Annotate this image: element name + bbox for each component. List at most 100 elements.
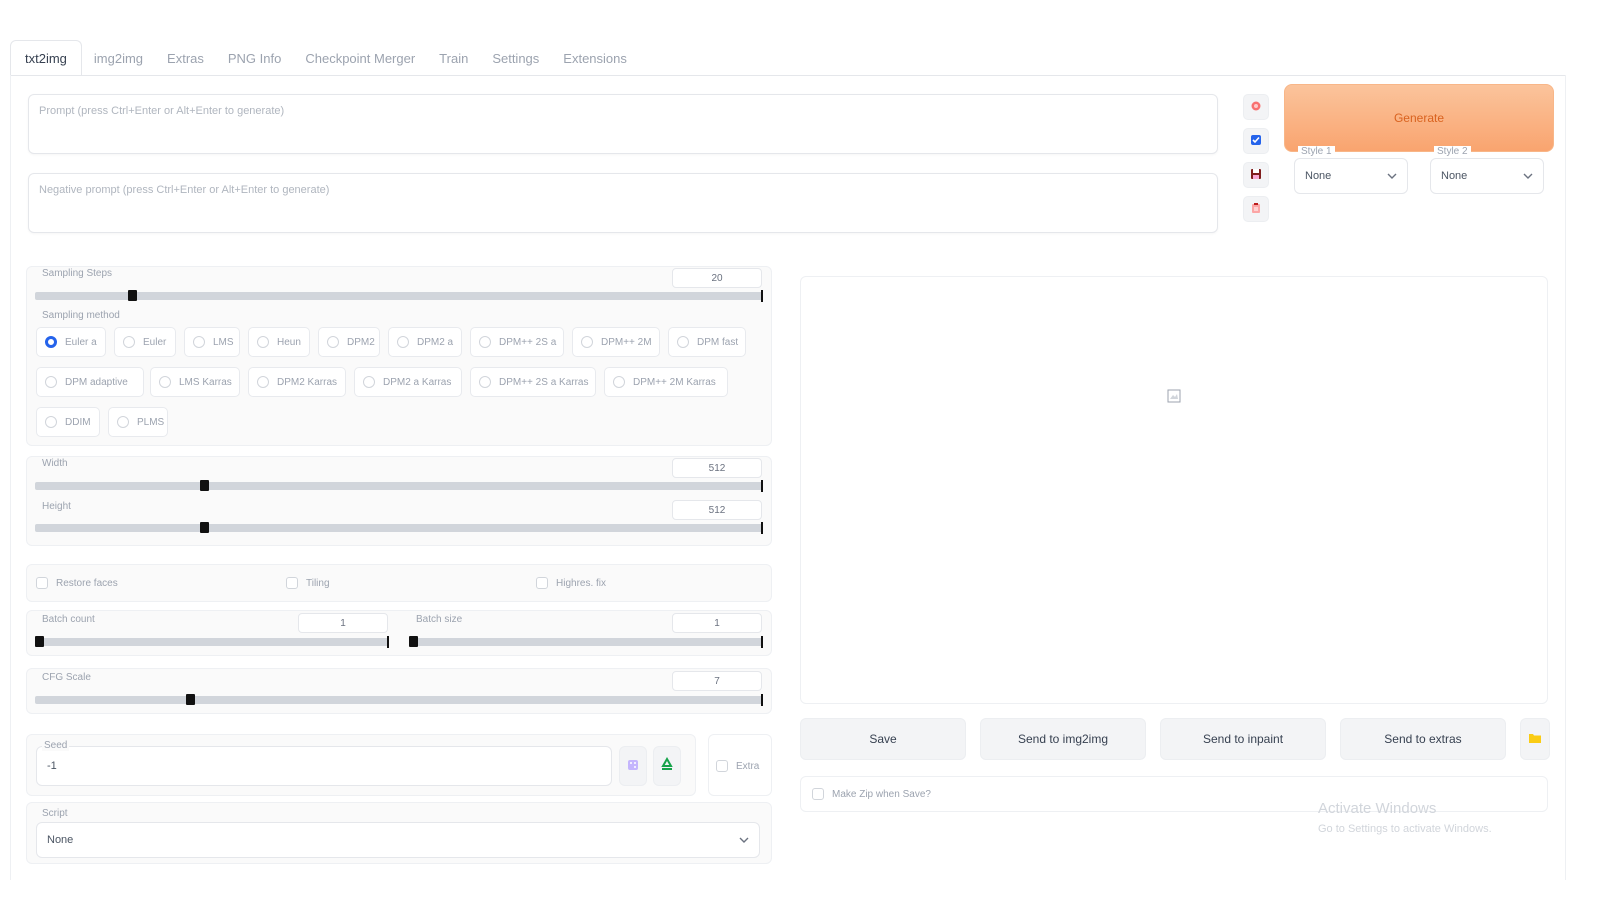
radio-dpm2-a-karras[interactable]: DPM2 a Karras: [354, 367, 462, 397]
send-to-extras-button[interactable]: Send to extras: [1340, 718, 1506, 760]
dimensions-card: [26, 456, 772, 546]
tab-extras[interactable]: Extras: [155, 40, 216, 76]
width-input[interactable]: 512: [672, 458, 762, 478]
radio-label: DPM adaptive: [65, 376, 128, 388]
negative-prompt-input[interactable]: [28, 173, 1218, 233]
seed-input[interactable]: -1: [36, 746, 612, 786]
prompt-input[interactable]: [28, 94, 1218, 154]
send-to-inpaint-button[interactable]: Send to inpaint: [1160, 718, 1326, 760]
highres-fix-label: Highres. fix: [556, 577, 607, 589]
slider-thumb[interactable]: [200, 480, 209, 491]
script-label: Script: [42, 808, 68, 819]
radio-dpm-adaptive[interactable]: DPM adaptive: [36, 367, 144, 397]
tab-settings[interactable]: Settings: [480, 40, 551, 76]
tab-train[interactable]: Train: [427, 40, 480, 76]
style-2-dropdown[interactable]: None: [1430, 158, 1544, 194]
radio-dpmpp-2s-a-karras[interactable]: DPM++ 2S a Karras: [470, 367, 596, 397]
make-zip-checkbox[interactable]: Make Zip when Save?: [812, 788, 931, 800]
checkbox-icon: [536, 577, 548, 589]
radio-lms[interactable]: LMS: [184, 327, 240, 357]
slider-end: [761, 290, 763, 302]
radio-label: LMS: [213, 336, 234, 348]
restore-faces-checkbox[interactable]: Restore faces: [36, 577, 118, 589]
style-1-dropdown[interactable]: None: [1294, 158, 1408, 194]
radio-label: DPM fast: [697, 336, 739, 348]
open-folder-button[interactable]: [1520, 718, 1550, 760]
cfg-scale-input[interactable]: 7: [672, 671, 762, 691]
batch-size-input[interactable]: 1: [672, 613, 762, 633]
tab-png-info[interactable]: PNG Info: [216, 40, 293, 76]
style-2-value: None: [1441, 170, 1468, 182]
radio-icon: [257, 336, 269, 348]
tab-img2img[interactable]: img2img: [82, 40, 155, 76]
clear-prompt-button[interactable]: [1243, 128, 1269, 154]
radio-euler-a[interactable]: Euler a: [36, 327, 106, 357]
slider-thumb[interactable]: [128, 290, 137, 301]
radio-label: Heun: [277, 336, 301, 348]
paste-button[interactable]: [1243, 94, 1269, 120]
image-placeholder-icon: [1167, 389, 1181, 406]
save-style-button[interactable]: [1243, 162, 1269, 188]
reuse-seed-button[interactable]: [653, 746, 681, 786]
dice-icon: [626, 758, 640, 775]
activate-windows-subtitle: Go to Settings to activate Windows.: [1318, 823, 1492, 835]
radio-heun[interactable]: Heun: [248, 327, 310, 357]
radio-dpm-fast[interactable]: DPM fast: [668, 327, 746, 357]
cfg-scale-slider[interactable]: [35, 694, 763, 706]
recycle-icon: [659, 756, 675, 776]
slider-thumb[interactable]: [200, 522, 209, 533]
radio-ddim[interactable]: DDIM: [36, 407, 100, 437]
radio-dpm2-a[interactable]: DPM2 a: [388, 327, 462, 357]
batch-size-slider[interactable]: [409, 636, 763, 648]
radio-icon: [257, 376, 269, 388]
radio-dpm2[interactable]: DPM2: [318, 327, 380, 357]
radio-dpmpp-2m-karras[interactable]: DPM++ 2M Karras: [604, 367, 728, 397]
radio-dpmpp-2s-a[interactable]: DPM++ 2S a: [470, 327, 564, 357]
radio-label: DPM2 Karras: [277, 376, 338, 388]
activate-windows-title: Activate Windows: [1318, 800, 1437, 817]
tiling-checkbox[interactable]: Tiling: [286, 577, 330, 589]
sampling-steps-input[interactable]: 20: [672, 268, 762, 288]
random-seed-button[interactable]: [619, 746, 647, 786]
radio-label: Euler a: [65, 336, 97, 348]
tab-extensions[interactable]: Extensions: [551, 40, 639, 76]
send-to-img2img-button[interactable]: Send to img2img: [980, 718, 1146, 760]
radio-label: DPM2: [347, 336, 375, 348]
height-input[interactable]: 512: [672, 500, 762, 520]
checkbox-icon: [286, 577, 298, 589]
batch-card: [26, 610, 772, 656]
batch-count-label: Batch count: [42, 614, 95, 625]
output-gallery[interactable]: [800, 276, 1548, 704]
script-dropdown[interactable]: None: [36, 822, 760, 858]
generate-button[interactable]: Generate: [1284, 84, 1554, 152]
radio-dpm2-karras[interactable]: DPM2 Karras: [248, 367, 346, 397]
radio-label: DPM++ 2M: [601, 336, 652, 348]
tab-txt2img[interactable]: txt2img: [10, 40, 82, 76]
seed-label: Seed: [42, 740, 70, 751]
extra-seed-checkbox[interactable]: Extra: [716, 760, 759, 772]
tab-checkpoint-merger[interactable]: Checkpoint Merger: [293, 40, 427, 76]
radio-label: DPM++ 2S a Karras: [499, 376, 589, 388]
make-zip-label: Make Zip when Save?: [832, 788, 931, 800]
batch-count-input[interactable]: 1: [298, 613, 388, 633]
radio-dpmpp-2m[interactable]: DPM++ 2M: [572, 327, 660, 357]
height-slider[interactable]: [35, 522, 763, 534]
chevron-down-icon: [1387, 170, 1397, 182]
radio-euler[interactable]: Euler: [114, 327, 176, 357]
style-1-value: None: [1305, 170, 1332, 182]
radio-icon: [123, 336, 135, 348]
radio-icon: [613, 376, 625, 388]
radio-lms-karras[interactable]: LMS Karras: [150, 367, 240, 397]
width-slider[interactable]: [35, 480, 763, 492]
apply-style-button[interactable]: [1243, 196, 1269, 222]
slider-thumb[interactable]: [186, 694, 195, 705]
slider-thumb[interactable]: [409, 636, 418, 647]
slider-thumb[interactable]: [35, 636, 44, 647]
highres-fix-checkbox[interactable]: Highres. fix: [536, 577, 606, 589]
radio-icon: [479, 336, 491, 348]
prompt-tools: [1243, 94, 1271, 222]
sampling-steps-slider[interactable]: [35, 290, 763, 302]
batch-count-slider[interactable]: [35, 636, 389, 648]
radio-plms[interactable]: PLMS: [108, 407, 168, 437]
save-button[interactable]: Save: [800, 718, 966, 760]
